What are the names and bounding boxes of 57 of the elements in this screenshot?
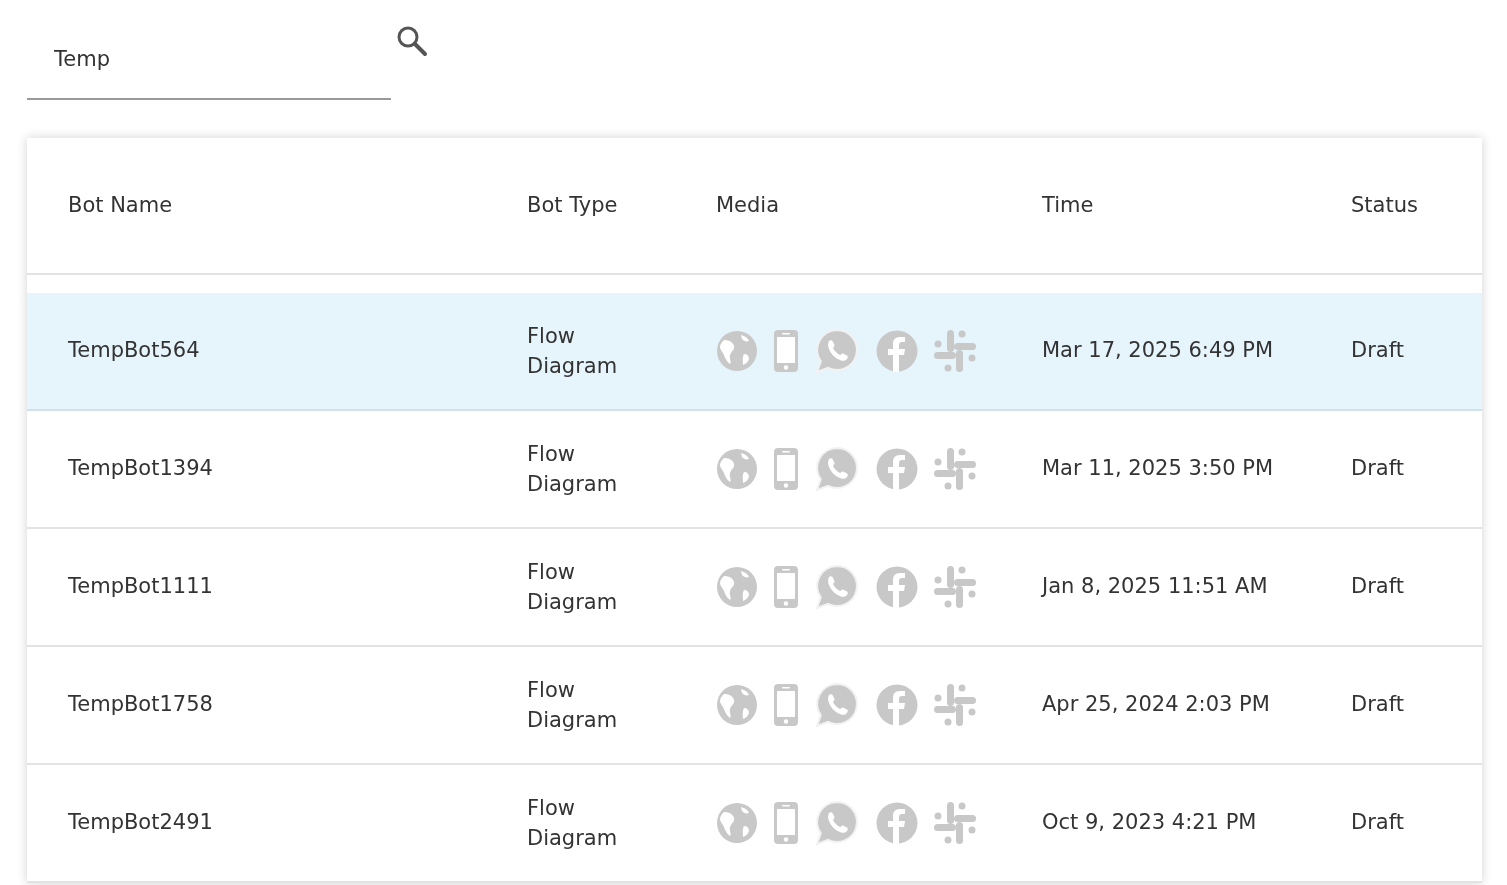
- time-cell: Jan 8, 2025 11:51 AM: [1042, 574, 1268, 599]
- bot-name: TempBot2491: [68, 810, 213, 835]
- chat-bubble-phone-icon: [814, 446, 860, 492]
- chat-bubble-phone-icon: [814, 800, 860, 846]
- search-button[interactable]: [395, 24, 429, 58]
- column-header: Media: [716, 192, 780, 217]
- column-header: Bot Name: [68, 192, 173, 217]
- bot-name: TempBot1758: [68, 692, 213, 717]
- phone-icon: [774, 566, 798, 608]
- hash-icon: [934, 802, 976, 844]
- hash-icon: [934, 566, 976, 608]
- table-row[interactable]: TempBot1111 Flow Diagram Jan 8, 2025 11:51 AM Draft: [27, 529, 1482, 647]
- phone-icon: [774, 330, 798, 372]
- chat-bubble-phone-icon: [814, 328, 860, 374]
- table-row[interactable]: TempBot2491 Flow Diagram Oct 9, 2023 4:21 PM Draft: [27, 765, 1482, 883]
- time-cell: Mar 11, 2025 3:50 PM: [1042, 456, 1274, 481]
- column-header: Bot Type: [527, 193, 618, 218]
- table-row[interactable]: TempBot1394 Flow Diagram Mar 11, 2025 3:50 PM Draft: [27, 411, 1482, 529]
- chat-bubble-phone-icon: [814, 564, 860, 610]
- bot-name: TempBot564: [68, 338, 200, 363]
- globe-icon: [716, 448, 758, 490]
- facebook-icon: [876, 330, 918, 372]
- bot-type: Flow Diagram: [527, 322, 619, 380]
- bot-type: Flow Diagram: [527, 440, 619, 498]
- hash-icon: [934, 330, 976, 372]
- table-row[interactable]: TempBot1758 Flow Diagram Apr 25, 2024 2:03 PM Draft: [27, 647, 1482, 765]
- hash-icon: [934, 448, 976, 490]
- status-cell: Draft: [1351, 692, 1404, 717]
- status-cell: Draft: [1351, 338, 1404, 363]
- bot-type: Flow Diagram: [527, 676, 619, 734]
- bot-name: TempBot1394: [68, 456, 213, 481]
- phone-icon: [774, 684, 798, 726]
- time-cell: Oct 9, 2023 4:21 PM: [1042, 810, 1257, 835]
- facebook-icon: [876, 448, 918, 490]
- chat-bubble-phone-icon: [814, 682, 860, 728]
- phone-icon: [774, 448, 798, 490]
- bot-name: TempBot1111: [68, 574, 213, 599]
- facebook-icon: [876, 802, 918, 844]
- column-header: Time: [1042, 192, 1094, 217]
- bot-type: Flow Diagram: [527, 794, 619, 852]
- globe-icon: [716, 684, 758, 726]
- globe-icon: [716, 566, 758, 608]
- phone-icon: [774, 802, 798, 844]
- status-cell: Draft: [1351, 574, 1404, 599]
- globe-icon: [716, 330, 758, 372]
- facebook-icon: [876, 566, 918, 608]
- hash-icon: [934, 684, 976, 726]
- status-cell: Draft: [1351, 456, 1404, 481]
- globe-icon: [716, 802, 758, 844]
- facebook-icon: [876, 684, 918, 726]
- time-cell: Mar 17, 2025 6:49 PM: [1042, 338, 1274, 363]
- table-row[interactable]: TempBot564 Flow Diagram Mar 17, 2025 6:49 PM Draft: [27, 293, 1482, 411]
- column-header: Status: [1351, 192, 1418, 217]
- time-cell: Apr 25, 2024 2:03 PM: [1042, 692, 1270, 717]
- status-cell: Draft: [1351, 810, 1404, 835]
- search-field[interactable]: Temp: [27, 20, 391, 100]
- bot-type: Flow Diagram: [527, 558, 619, 616]
